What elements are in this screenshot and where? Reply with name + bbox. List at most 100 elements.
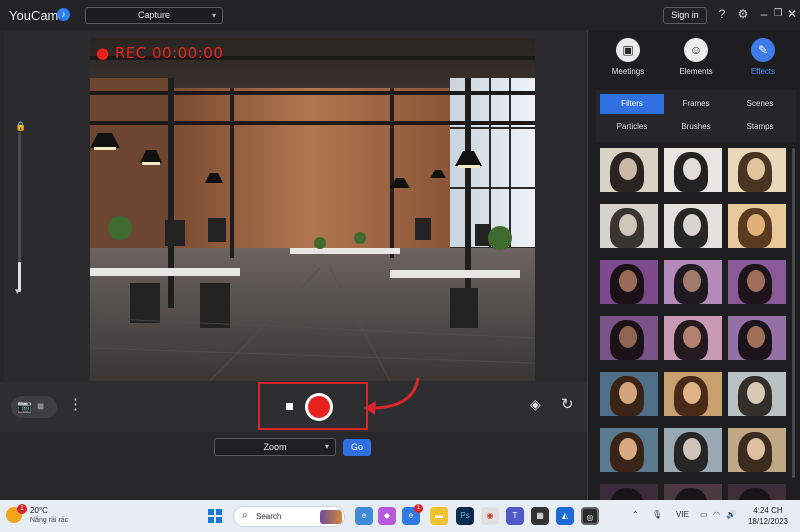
weather-desc: Nắng rải rác (30, 517, 69, 524)
search-label: Search (256, 512, 282, 521)
chevron-down-icon: ▾ (324, 442, 329, 451)
filter-thumbnail[interactable] (600, 428, 658, 472)
tab-filters[interactable]: Filters (600, 94, 664, 114)
meetings-icon: ▣ (616, 38, 640, 62)
photoshop-icon[interactable]: Ps (456, 507, 474, 525)
category-elements[interactable]: ☺ Elements (666, 38, 726, 76)
filter-thumbnail[interactable] (728, 148, 786, 192)
annotation-arrow (364, 377, 420, 415)
zoom-select[interactable]: Zoom ▾ (214, 438, 336, 456)
filter-thumbnail[interactable] (600, 260, 658, 304)
chevron-up-icon[interactable]: ⌃ (632, 510, 639, 519)
tab-scenes[interactable]: Scenes (728, 94, 792, 114)
filter-thumbnail[interactable] (728, 260, 786, 304)
effects-panel: ▣ Meetings ☺ Elements ✎ Effects Filters … (587, 30, 800, 500)
tab-stamps[interactable]: Stamps (728, 117, 792, 137)
filter-thumbnail[interactable] (664, 204, 722, 248)
filter-thumbnail[interactable] (728, 428, 786, 472)
weather-temp: 20°C (30, 506, 48, 515)
effects-tabs: Filters Frames Scenes Particles Brushes … (596, 90, 796, 142)
camera-icon[interactable]: 📷 (17, 399, 32, 413)
thumbnails-scrollbar[interactable] (792, 148, 795, 478)
close-icon[interactable]: ✕ (785, 7, 799, 21)
tab-brushes[interactable]: Brushes (664, 117, 728, 137)
filter-thumbnail[interactable] (664, 316, 722, 360)
go-button[interactable]: Go (343, 439, 371, 456)
weather-badge: 1 (17, 504, 27, 514)
record-controls-highlight (258, 382, 368, 430)
filter-thumbnail[interactable] (600, 372, 658, 416)
layers-icon[interactable]: ◈ (530, 396, 541, 413)
minimize-icon[interactable]: – (757, 7, 771, 21)
record-button[interactable] (305, 393, 333, 421)
taskbar-search[interactable]: ⌕ Search (233, 506, 345, 527)
mode-select[interactable]: Capture ▾ (85, 7, 223, 24)
chevron-down-icon: ▾ (211, 11, 216, 20)
filter-thumbnail[interactable] (728, 204, 786, 248)
smiley-icon: ☺ (684, 38, 708, 62)
title-bar: YouCam ♪ Capture ▾ Sign in ? ⚙ – ❐ ✕ (0, 0, 800, 30)
camera-preview: ● REC 00:00:00 (90, 38, 535, 381)
filter-thumbnail[interactable] (664, 484, 722, 500)
filter-thumbnail[interactable] (664, 148, 722, 192)
windows-start-icon[interactable] (208, 509, 222, 523)
filter-thumbnail[interactable] (600, 484, 658, 500)
main-panel: ● REC 00:00:00 🔒 ▾ 📷 ■ ⋮ ◈ ↻ (0, 30, 587, 500)
filter-thumbnail[interactable] (664, 372, 722, 416)
filter-thumbnail[interactable] (600, 316, 658, 360)
language-indicator[interactable]: VIE (676, 510, 689, 519)
category-meetings[interactable]: ▣ Meetings (598, 38, 658, 76)
clock-time: 4:24 CH (753, 506, 783, 515)
tab-particles[interactable]: Particles (600, 117, 664, 137)
edge-badge: 1 (414, 504, 423, 513)
rotate-icon[interactable]: ↻ (561, 395, 574, 413)
filter-thumbnail[interactable] (600, 204, 658, 248)
filter-thumbnail[interactable] (728, 316, 786, 360)
file-explorer-icon[interactable]: ▬ (430, 507, 448, 525)
sign-in-button[interactable]: Sign in (663, 7, 707, 24)
video-camera-icon[interactable]: ■ (37, 399, 44, 413)
chrome-icon[interactable]: ◉ (481, 507, 499, 525)
mode-select-label: Capture (137, 10, 171, 20)
youcam-taskbar-icon[interactable]: ◎ (581, 507, 599, 525)
microphone-icon[interactable]: 🎙 (652, 510, 662, 519)
battery-icon[interactable]: ▭ (700, 510, 708, 519)
photo-video-toggle[interactable]: 📷 ■ (11, 396, 57, 418)
windows-taskbar: 1 20°C Nắng rải rác ⌕ Search e ◆ e 1 ▬ P… (0, 500, 800, 532)
clock-date: 18/12/2023 (747, 517, 789, 526)
gear-icon[interactable]: ⚙ (736, 7, 750, 21)
lock-icon: 🔒 (15, 121, 27, 131)
wifi-icon[interactable]: ◠ (713, 510, 720, 519)
more-options-icon[interactable]: ⋮ (68, 395, 83, 413)
teams-icon[interactable]: T (506, 507, 524, 525)
search-highlight-image (320, 510, 342, 524)
store-icon[interactable]: ◭ (556, 507, 574, 525)
rec-timer: ● REC 00:00:00 (96, 44, 224, 62)
preview-area: ● REC 00:00:00 🔒 ▾ (4, 32, 584, 382)
filter-thumbnail[interactable] (664, 260, 722, 304)
filter-thumbnail[interactable] (728, 372, 786, 416)
help-icon[interactable]: ? (715, 7, 729, 21)
edge-icon[interactable]: e (355, 507, 373, 525)
filter-thumbnails (598, 148, 788, 500)
search-icon: ⌕ (242, 510, 248, 521)
copilot-icon[interactable]: ◆ (378, 507, 396, 525)
filter-thumbnail[interactable] (600, 148, 658, 192)
tab-frames[interactable]: Frames (664, 94, 728, 114)
capture-controls: 📷 ■ ⋮ ◈ ↻ (0, 382, 587, 432)
filter-thumbnail[interactable] (664, 428, 722, 472)
category-effects[interactable]: ✎ Effects (733, 38, 793, 76)
stop-button[interactable] (286, 403, 293, 410)
speaker-icon[interactable]: 🔊 (726, 510, 736, 519)
taskbar-clock[interactable]: 4:24 CH 18/12/2023 (744, 505, 792, 527)
magic-wand-icon: ✎ (751, 38, 775, 62)
restore-icon[interactable]: ❐ (771, 7, 785, 21)
app-grid-icon[interactable]: ▦ (531, 507, 549, 525)
bell-icon[interactable]: ♪ (57, 8, 70, 21)
app-title: YouCam (9, 8, 59, 23)
filter-thumbnail[interactable] (728, 484, 786, 500)
category-label: Effects (750, 67, 776, 76)
zoom-select-label: Zoom (263, 442, 287, 452)
category-label: Meetings (611, 67, 645, 76)
category-label: Elements (679, 67, 713, 76)
